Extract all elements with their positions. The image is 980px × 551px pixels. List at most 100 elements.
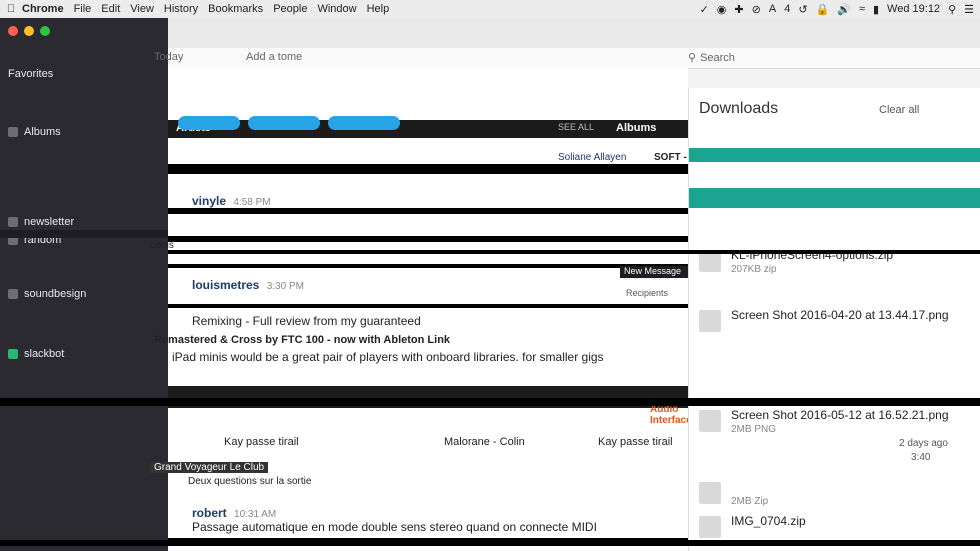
- section-header-bar: [168, 120, 688, 138]
- menu-edit[interactable]: Edit: [101, 3, 120, 15]
- search-icon[interactable]: ⚲: [948, 3, 956, 16]
- wifi-icon[interactable]: ≈: [859, 3, 865, 15]
- channel-author[interactable]: Soliane Allayen: [558, 152, 626, 163]
- search-placeholder: Search: [700, 51, 735, 64]
- status-tray: ✓ ◉ ✚ ⊘ A 4 ↺ 🔒 🔊 ≈ ▮ Wed 19:12 ⚲ ☰: [700, 3, 980, 16]
- message-author[interactable]: louismetres: [192, 278, 259, 292]
- message-author[interactable]: vinyle: [192, 194, 226, 208]
- glitch-overlay: [0, 398, 980, 406]
- badge-count: 4: [784, 3, 791, 15]
- sidebar-item-albums[interactable]: Albums: [0, 124, 61, 140]
- see-all-link[interactable]: SEE ALL: [558, 122, 594, 132]
- sidebar-item-soundbesign[interactable]: soundbesign: [0, 286, 86, 302]
- glitch-band: [168, 236, 688, 242]
- glitch-band: [168, 164, 688, 174]
- message-time: 10:31 AM: [234, 509, 277, 520]
- chip-tab[interactable]: [248, 116, 320, 130]
- album-icon: [8, 127, 18, 137]
- plus-icon[interactable]: ✚: [734, 3, 743, 16]
- lock-icon[interactable]: 🔒: [816, 3, 830, 16]
- remastered-line: Remastered & Cross by FTC 100 - now with…: [154, 334, 451, 346]
- download-item[interactable]: 2MB Zip: [699, 478, 969, 512]
- track-row-album: Kay passe tirail: [598, 436, 673, 448]
- download-file-size: 2MB Zip: [731, 496, 769, 507]
- glitch-band: [168, 264, 688, 268]
- zip-file-icon: [699, 516, 721, 538]
- relative-date: 2 days ago: [899, 438, 948, 449]
- volume-icon[interactable]: 🔊: [837, 3, 851, 16]
- recipients-label: Recipients: [626, 288, 669, 298]
- main-content: Artists Albums SEE ALL Soliane Allayen S…: [150, 68, 782, 551]
- menu-people[interactable]: People: [273, 3, 307, 15]
- hash-icon: [8, 289, 18, 299]
- glitch-band: [168, 208, 688, 214]
- adobe-icon[interactable]: A: [769, 3, 776, 15]
- message-time: 3:30 PM: [266, 281, 304, 292]
- apple-icon[interactable]: : [0, 3, 22, 15]
- clear-all-link[interactable]: Clear all: [879, 104, 919, 116]
- check-icon[interactable]: ✓: [700, 3, 709, 16]
- track-duration: 3:40: [911, 452, 931, 463]
- circle-icon[interactable]: ◉: [717, 3, 727, 16]
- sidebar-item-newsletter[interactable]: newsletter: [0, 214, 74, 230]
- sidebar-item-favorites[interactable]: Favorites: [0, 66, 53, 82]
- close-button[interactable]: [8, 26, 18, 36]
- clock[interactable]: Wed 19:12: [887, 3, 940, 15]
- new-message-bar: New Message: [620, 266, 694, 278]
- zoom-button[interactable]: [40, 26, 50, 36]
- glitch-overlay: [168, 250, 980, 254]
- image-file-icon: [699, 410, 721, 432]
- sidebar-item-slackbot[interactable]: slackbot: [0, 346, 64, 362]
- tab-strip: [168, 18, 980, 49]
- sidebar: Favorites Albums newsletter random sound…: [0, 18, 168, 551]
- download-file-name[interactable]: Screen Shot 2016-04-20 at 13.44.17.png: [731, 308, 949, 322]
- add-tome-link[interactable]: Add a tome: [246, 51, 302, 63]
- menu-window[interactable]: Window: [317, 3, 356, 15]
- heart-icon: [8, 349, 18, 359]
- track-row-artist: Malorane - Colin: [444, 436, 525, 448]
- chip-tab[interactable]: [178, 116, 240, 130]
- menu-app-name[interactable]: Chrome: [22, 3, 64, 15]
- sidebar-item-label: newsletter: [24, 216, 75, 228]
- downloads-title: Downloads: [699, 100, 779, 117]
- message-row[interactable]: robert 10:31 AM: [192, 506, 672, 520]
- menu-items: Chrome File Edit View History Bookmarks …: [22, 3, 389, 15]
- today-label: Today: [154, 51, 184, 63]
- download-file-name[interactable]: IMG_0704.zip: [731, 514, 806, 528]
- club-label: Grand Voyageur Le Club: [150, 462, 269, 473]
- downloads-panel: Downloads Clear all KL-iPhoneScreen4-opt…: [688, 88, 980, 551]
- minimize-button[interactable]: [24, 26, 34, 36]
- block-icon[interactable]: ⊘: [752, 3, 761, 16]
- menubar:  Chrome File Edit View History Bookmark…: [0, 0, 980, 19]
- glitch-band: [168, 304, 688, 308]
- zip-file-icon: [699, 482, 721, 504]
- message-row[interactable]: louismetres 3:30 PM: [192, 278, 672, 292]
- message-row[interactable]: vinyle 4:58 PM: [192, 194, 672, 208]
- battery-icon[interactable]: ▮: [873, 3, 879, 16]
- time-machine-icon[interactable]: ↺: [798, 3, 807, 16]
- menu-file[interactable]: File: [74, 3, 92, 15]
- sidebar-item-label: Albums: [24, 126, 61, 138]
- menu-help[interactable]: Help: [367, 3, 390, 15]
- highlight-band: [689, 148, 980, 162]
- message-body: iPad minis would be a great pair of play…: [172, 350, 604, 364]
- download-file-name[interactable]: Screen Shot 2016-05-12 at 16.52.21.png: [731, 408, 949, 422]
- message-author[interactable]: robert: [192, 506, 227, 520]
- download-item[interactable]: Screen Shot 2016-05-12 at 16.52.21.png 2…: [699, 406, 969, 440]
- albums-heading: Albums: [616, 122, 657, 134]
- list-icon[interactable]: ☰: [964, 3, 974, 16]
- download-item[interactable]: Screen Shot 2016-04-20 at 13.44.17.png: [699, 306, 969, 340]
- questions-line: Deux questions sur la sortie: [188, 476, 312, 487]
- new-message-title: New Message: [624, 266, 682, 276]
- search-box[interactable]: ⚲ Search: [688, 51, 735, 65]
- highlight-band: [689, 188, 980, 208]
- menu-view[interactable]: View: [130, 3, 154, 15]
- search-icon: ⚲: [688, 52, 697, 64]
- message-body: Remixing - Full review from my guarantee…: [192, 314, 421, 328]
- chip-tab[interactable]: [328, 116, 400, 130]
- menu-history[interactable]: History: [164, 3, 198, 15]
- glitch-overlay: [0, 230, 168, 238]
- image-file-icon: [699, 310, 721, 332]
- track-row-title[interactable]: Kay passe tirail: [224, 436, 299, 448]
- menu-bookmarks[interactable]: Bookmarks: [208, 3, 263, 15]
